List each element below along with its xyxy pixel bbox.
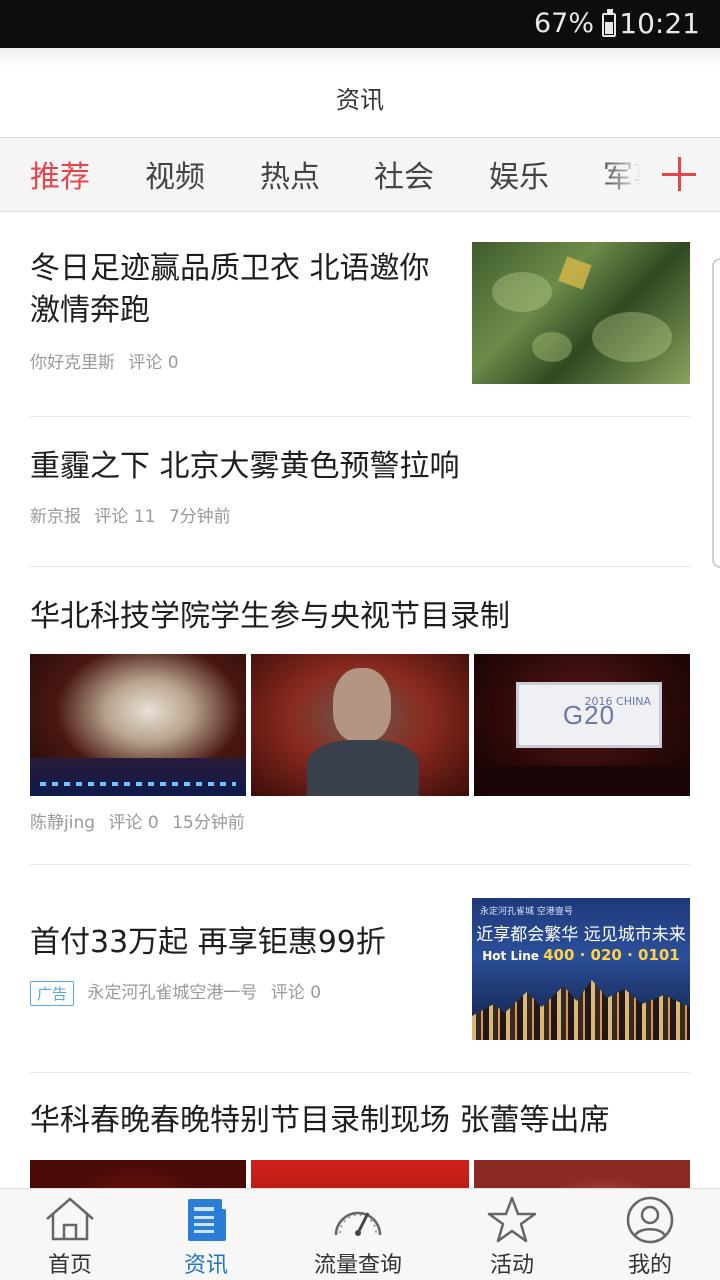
news-item[interactable]: 华北科技学院学生参与央视节目录制 xyxy=(30,596,690,638)
nav-home[interactable]: 首页 xyxy=(0,1189,140,1280)
ad-badge: 广告 xyxy=(30,980,75,1006)
battery-icon xyxy=(602,9,616,37)
news-source: 永定河孔雀城空港一号 xyxy=(87,983,258,1003)
news-thumbnail[interactable] xyxy=(472,242,690,384)
tab-society[interactable]: 社会 xyxy=(374,152,434,196)
clock: 10:21 xyxy=(619,7,700,40)
g20-year: 2016 xyxy=(584,695,613,708)
ad-thumbnail[interactable]: 永定河孔雀城 空港壹号 近享都会繁华 远见城市未来 Hot Line 400 ·… xyxy=(472,898,690,1040)
news-title: 冬日足迹赢品质卫衣 北语邀你激情奔跑 xyxy=(30,251,430,328)
news-meta: 陈静jing 评论 0 15分钟前 xyxy=(30,808,253,833)
nav-label: 我的 xyxy=(627,1253,672,1278)
category-tabs: 推荐 视频 热点 社会 娱乐 军事 xyxy=(0,138,720,212)
g20-country: CHINA xyxy=(616,695,651,708)
news-meta: 广告 永定河孔雀城空港一号 评论 0 xyxy=(30,978,450,1006)
nav-profile[interactable]: 我的 xyxy=(580,1189,720,1280)
tab-recommend[interactable]: 推荐 xyxy=(30,152,90,196)
ad-slogan: 近享都会繁华 远见城市未来 xyxy=(476,925,686,945)
add-category-button[interactable] xyxy=(640,138,720,211)
news-thumbnail[interactable] xyxy=(251,1160,469,1188)
news-title: 首付33万起 再享钜惠99折 xyxy=(30,925,386,960)
news-source: 新京报 xyxy=(30,507,81,527)
news-item[interactable]: 重霾之下 北京大雾黄色预警拉响 新京报 评论 11 7分钟前 xyxy=(30,446,690,527)
news-thumbnail[interactable] xyxy=(251,654,469,796)
news-title: 华北科技学院学生参与央视节目录制 xyxy=(30,599,510,634)
bottom-nav: 首页 资讯 流量查询 活动 我的 xyxy=(0,1188,720,1280)
news-time: 7分钟前 xyxy=(168,507,231,527)
news-time: 15分钟前 xyxy=(172,813,245,833)
edge-panel-handle[interactable] xyxy=(712,258,720,568)
nav-activity[interactable]: 活动 xyxy=(444,1189,580,1280)
gauge-icon xyxy=(334,1211,382,1236)
battery-percent: 67% xyxy=(533,8,594,39)
ad-item[interactable]: 首付33万起 再享钜惠99折 广告 永定河孔雀城空港一号 评论 0 xyxy=(30,922,450,1006)
news-source: 你好克里斯 xyxy=(30,353,115,373)
nav-label: 首页 xyxy=(47,1253,92,1278)
star-icon xyxy=(487,1196,537,1243)
tab-entertainment[interactable]: 娱乐 xyxy=(489,152,549,196)
news-comments: 评论 0 xyxy=(270,983,322,1003)
news-comments: 评论 11 xyxy=(94,507,156,527)
news-item[interactable]: 华科春晚春晚特别节目录制现场 张蕾等出席 xyxy=(30,1100,690,1142)
divider xyxy=(30,566,690,567)
nav-data-usage[interactable]: 流量查询 xyxy=(272,1189,444,1280)
news-thumbnail[interactable] xyxy=(30,1160,246,1188)
news-thumbnail[interactable] xyxy=(474,1160,690,1188)
user-icon xyxy=(626,1196,674,1244)
news-meta: 新京报 评论 11 7分钟前 xyxy=(30,502,690,527)
news-feed[interactable]: 冬日足迹赢品质卫衣 北语邀你激情奔跑 你好克里斯 评论 0 重霾之下 北京大雾黄… xyxy=(0,212,720,1188)
home-icon xyxy=(46,1197,94,1241)
nav-news[interactable]: 资讯 xyxy=(140,1189,272,1280)
news-icon xyxy=(188,1199,226,1241)
news-thumbnail[interactable] xyxy=(30,654,246,796)
news-meta: 你好克里斯 评论 0 xyxy=(30,348,450,373)
news-item[interactable]: 冬日足迹赢品质卫衣 北语邀你激情奔跑 你好克里斯 评论 0 xyxy=(30,248,450,373)
news-title: 重霾之下 北京大雾黄色预警拉响 xyxy=(30,449,460,484)
divider xyxy=(30,416,690,417)
news-title: 华科春晚春晚特别节目录制现场 张蕾等出席 xyxy=(30,1103,610,1138)
ad-hotline-label: Hot Line xyxy=(482,949,539,963)
ad-hotline-number: 400 · 020 · 0101 xyxy=(543,946,680,964)
tab-hot[interactable]: 热点 xyxy=(260,152,320,196)
divider xyxy=(30,864,690,865)
news-source: 陈静jing xyxy=(30,813,96,833)
app-header: 资讯 xyxy=(0,48,720,138)
page-title: 资讯 xyxy=(336,86,384,114)
divider xyxy=(30,1072,690,1073)
news-comments: 评论 0 xyxy=(128,353,179,373)
status-bar: 67% 10:21 xyxy=(0,0,720,48)
ad-logo: 永定河孔雀城 空港壹号 xyxy=(480,907,573,917)
tab-video[interactable]: 视频 xyxy=(145,152,205,196)
nav-label: 流量查询 xyxy=(313,1253,402,1278)
news-thumbnail[interactable]: G20 2016 CHINA xyxy=(474,654,690,796)
nav-label: 活动 xyxy=(489,1253,534,1278)
nav-label: 资讯 xyxy=(183,1253,228,1278)
news-comments: 评论 0 xyxy=(108,813,159,833)
